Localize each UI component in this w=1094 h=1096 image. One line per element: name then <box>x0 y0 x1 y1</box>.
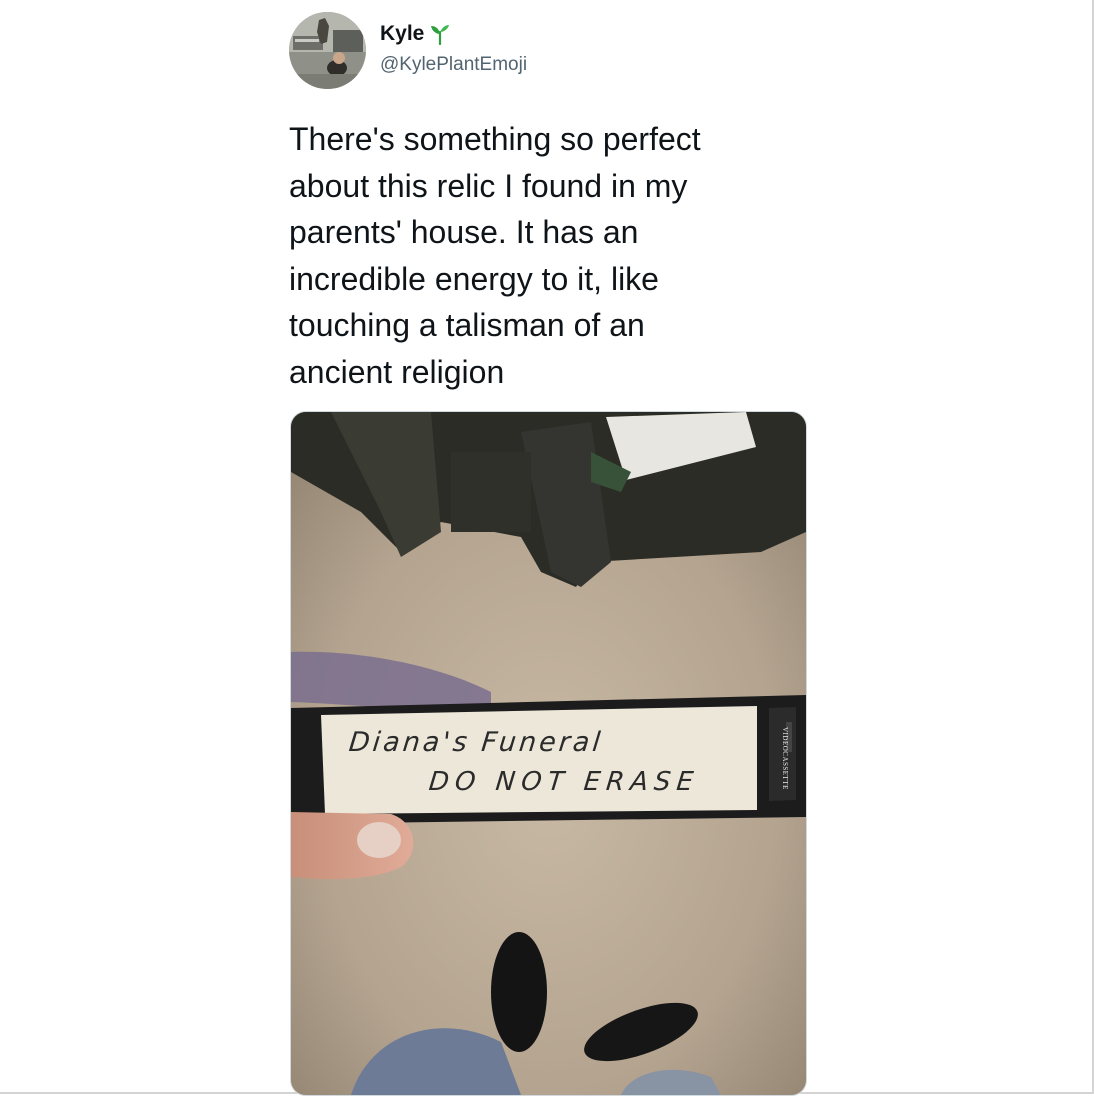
avatar-image <box>289 12 366 89</box>
tweet-photo[interactable]: Diana's Funeral DO NOT ERASE VIDEOCASSET… <box>290 411 807 1096</box>
author-name-row[interactable]: Kyle <box>380 22 450 46</box>
tweet-card: Kyle @KylePlantEmoji There's something s… <box>0 0 1094 1096</box>
tweet-text: There's something so perfect about this … <box>289 121 701 390</box>
vhs-tape-photo <box>291 412 806 1095</box>
sprout-icon <box>430 23 450 46</box>
author-handle[interactable]: @KylePlantEmoji <box>380 54 527 76</box>
author-avatar[interactable] <box>289 12 366 89</box>
author-name[interactable]: Kyle <box>380 22 424 46</box>
